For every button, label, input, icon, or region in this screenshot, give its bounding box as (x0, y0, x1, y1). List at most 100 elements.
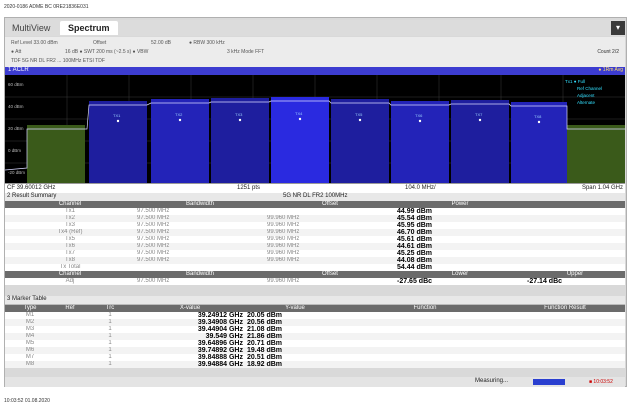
col-header: Channel (5, 201, 135, 208)
cell-channel: Tx8 (5, 257, 135, 264)
marker-m7[interactable] (478, 118, 482, 122)
table-row[interactable]: M8 1 39.94884 GHz 18.92 dBm (5, 361, 625, 368)
marker-m6[interactable] (418, 119, 422, 123)
cell-y-value: 21.08 dBm (245, 326, 345, 333)
col-header: Channel (5, 271, 135, 278)
table-row[interactable]: M1 1 39.24912 GHz 20.05 dBm (5, 312, 625, 319)
y-axis-label: -20 dBm (8, 170, 25, 175)
cell-power: 46.70 dBm (395, 229, 525, 236)
table-row[interactable]: Tx2 97.500 MHz 99.960 MHz 45.54 dBm (5, 215, 625, 222)
marker-table: Type Ref Trc X-value Y-value Function Fu… (5, 305, 625, 368)
cell-x-value: 39.24912 GHz (135, 312, 245, 319)
col-header: Function Result (505, 305, 625, 312)
table-row[interactable]: Tx3 97.500 MHz 99.960 MHz 45.95 dBm (5, 222, 625, 229)
col-header: Type (5, 305, 55, 312)
vbw-mode-values[interactable]: 3 kHz Mode FFT (227, 49, 264, 55)
ref-level[interactable]: Ref Level 33.00 dBm (11, 40, 58, 46)
att-label: ● Att (11, 49, 22, 55)
cell-power: 45.61 dBm (395, 236, 525, 243)
freq-per-div: 104.0 MHz/ (405, 185, 436, 191)
tx3-channel (211, 98, 269, 183)
table-row[interactable]: M5 1 39.64896 GHz 20.71 dBm (5, 340, 625, 347)
sweep-points: 1251 pts (237, 185, 261, 191)
legend-entry: Alternate (577, 100, 596, 105)
result-summary-title: 2 Result Summary (7, 193, 57, 199)
table-row-total[interactable]: Tx Total 54.44 dBm (5, 264, 625, 271)
cell-trace: 1 (85, 312, 135, 319)
marker-m3[interactable] (238, 118, 242, 122)
cell-y-value: 18.92 dBm (245, 361, 345, 368)
table-row[interactable]: M6 1 39.74892 GHz 19.48 dBm (5, 347, 625, 354)
cell-x-value: 39.74892 GHz (135, 347, 245, 354)
channel-label: TX2 (175, 112, 183, 117)
cell-trace: 1 (85, 333, 135, 340)
table-row[interactable]: M7 1 39.84888 GHz 20.51 dBm (5, 354, 625, 361)
table-row[interactable]: M3 1 39.44904 GHz 21.08 dBm (5, 326, 625, 333)
cell-bandwidth: 97.500 MHz (135, 208, 265, 215)
center-frequency[interactable]: CF 39.60012 GHz (7, 185, 55, 192)
adjacent-lower-channel (27, 125, 85, 183)
table-row[interactable]: Tx8 97.500 MHz 99.960 MHz 44.08 dBm (5, 257, 625, 264)
cell-type: M2 (5, 319, 55, 326)
cell-power: 45.95 dBm (395, 222, 525, 229)
cell-offset: 99.960 MHz (265, 243, 395, 250)
cell-y-value: 20.51 dBm (245, 354, 345, 361)
cell-bandwidth: 97.500 MHz (135, 222, 265, 229)
cell-power: 44.99 dBm (395, 208, 525, 215)
table-row-adjacent[interactable]: Adj 97.500 MHz 99.960 MHz -27.65 dBc -27… (5, 278, 625, 285)
offset-value[interactable]: 52.00 dB (151, 40, 171, 46)
cell-y-value: 21.86 dBm (245, 333, 345, 340)
cell-bandwidth: 97.500 MHz (135, 250, 265, 257)
legend-entry: Adjacent (577, 93, 595, 98)
col-header: Function (345, 305, 505, 312)
table-row[interactable]: Tx4 (Ref) 97.500 MHz 99.960 MHz 46.70 dB… (5, 229, 625, 236)
marker-m8[interactable] (537, 120, 541, 124)
cell-channel: Tx5 (5, 236, 135, 243)
table-row[interactable]: Tx1 97.500 MHz 44.99 dBm (5, 208, 625, 215)
cell-type: M3 (5, 326, 55, 333)
dropdown-button[interactable]: ▾ (611, 21, 625, 35)
col-header: Y-value (245, 305, 345, 312)
rbw-value[interactable]: ● RBW 300 kHz (189, 40, 225, 46)
table-row[interactable]: M4 1 39.549 GHz 21.86 dBm (5, 333, 625, 340)
cell-x-value: 39.549 GHz (135, 333, 245, 340)
cell-y-value: 20.56 dBm (245, 319, 345, 326)
cell-power: 54.44 dBm (395, 264, 525, 271)
tab-multiview[interactable]: MultiView (12, 23, 50, 33)
aclr-title: 1 ACLR (8, 67, 29, 73)
table-row[interactable]: M2 1 39.34908 GHz 20.56 dBm (5, 319, 625, 326)
span[interactable]: Span 1.04 GHz (582, 185, 623, 192)
aclr-spectrum-plot[interactable]: TX1 TX2 TX3 TX4 TX5 TX6 TX7 TX8 60 dBm 4… (5, 75, 625, 183)
table-row[interactable]: Tx5 97.500 MHz 99.960 MHz 45.61 dBm (5, 236, 625, 243)
att-swt-values[interactable]: 16 dB ● SWT 200 ms (~2.5 s) ● VBW (65, 49, 148, 55)
y-axis-label: 60 dBm (8, 82, 24, 87)
cell-trace: 1 (85, 319, 135, 326)
trace-badge: ● 1Rm Avg (598, 67, 623, 73)
cell-power: 45.54 dBm (395, 215, 525, 222)
cell-x-value: 39.64896 GHz (135, 340, 245, 347)
col-header: Trc (85, 305, 135, 312)
cell-channel: Tx3 (5, 222, 135, 229)
cell-x-value: 39.94884 GHz (135, 361, 245, 368)
marker-m2[interactable] (178, 118, 182, 122)
col-header: Bandwidth (135, 201, 265, 208)
marker-m4[interactable] (298, 117, 302, 121)
col-header: Bandwidth (135, 271, 265, 278)
cell-type: M8 (5, 361, 55, 368)
cell-y-value: 20.71 dBm (245, 340, 345, 347)
legend-entry: Ref Channel (577, 86, 602, 91)
cell-power: 45.25 dBm (395, 250, 525, 257)
cell-type: M6 (5, 347, 55, 354)
marker-m5[interactable] (358, 118, 362, 122)
marker-m1[interactable] (116, 119, 120, 123)
cell-offset: 99.960 MHz (265, 257, 395, 264)
cell-lower: -27.65 dBc (395, 278, 525, 285)
channel-label: TX7 (475, 112, 483, 117)
cell-offset: 99.960 MHz (265, 236, 395, 243)
cell-trace: 1 (85, 340, 135, 347)
table-row[interactable]: Tx7 97.500 MHz 99.960 MHz 45.25 dBm (5, 250, 625, 257)
channel-label: TX4 (295, 111, 303, 116)
tab-spectrum[interactable]: Spectrum (60, 21, 118, 35)
table-row[interactable]: Tx6 97.500 MHz 99.960 MHz 44.61 dBm (5, 243, 625, 250)
offset-label: Offset (93, 40, 107, 46)
